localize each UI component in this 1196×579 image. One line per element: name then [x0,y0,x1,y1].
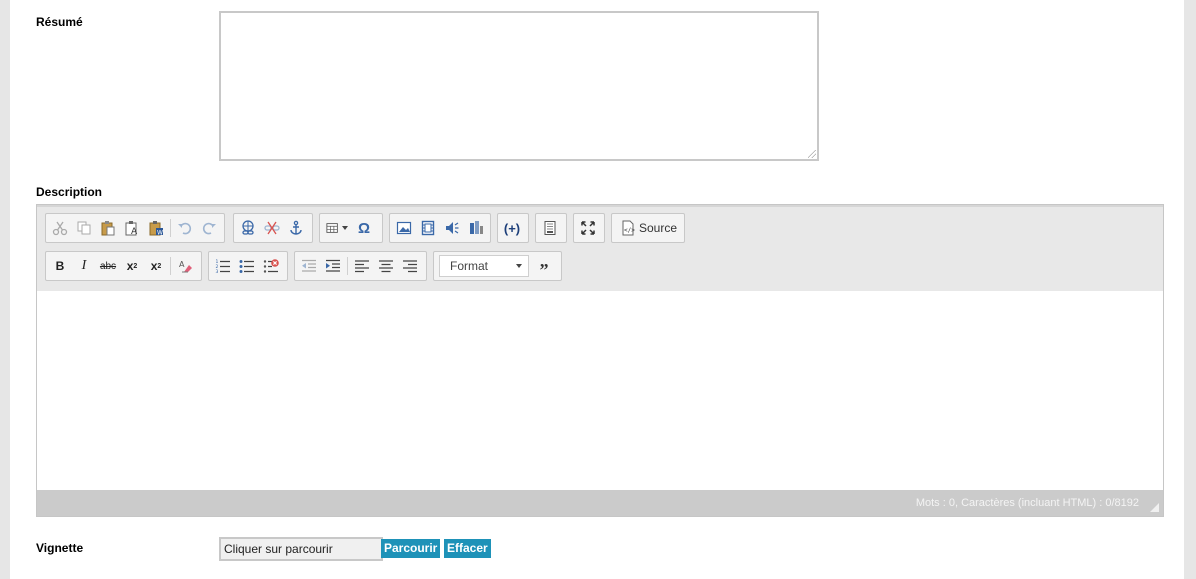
maximize-group [573,213,605,243]
browse-button[interactable]: Parcourir [381,539,441,558]
special-char-icon[interactable]: Ω [352,216,376,240]
anchor-icon[interactable] [284,216,308,240]
image-icon[interactable] [392,216,416,240]
source-button[interactable]: </> Source [614,220,683,236]
blockquote-icon[interactable]: ” [532,254,556,279]
source-icon: </> [622,220,635,236]
toolbar-separator [347,257,348,275]
svg-text:</>: </> [624,227,635,234]
template-group [535,213,567,243]
video-icon[interactable] [416,216,440,240]
form-panel: Résumé Description A W Ω (+) </> Source … [10,0,1184,579]
format-dropdown-label: Format [450,259,489,273]
editor-content-area[interactable] [37,291,1163,489]
rich-text-editor: A W Ω (+) </> Source B I abc x 2 x 2 A 1… [36,204,1164,517]
editor-statusbar: Mots : 0, Caractères (incluant HTML) : 0… [37,490,1163,516]
format-dropdown[interactable]: Format [439,255,529,277]
toolbar-separator [170,257,171,275]
source-label: Source [639,221,678,235]
undo-icon[interactable] [173,216,197,240]
insert-group: Ω [319,213,383,243]
vignette-label: Vignette [36,541,84,555]
svg-text:W: W [157,230,163,237]
template-icon[interactable] [538,216,562,240]
audio-icon[interactable] [440,216,464,240]
cut-icon[interactable] [48,216,72,240]
superscript-icon[interactable]: x2 [144,254,168,278]
table-icon[interactable] [322,216,352,240]
paste-icon[interactable] [96,216,120,240]
editor-resize-handle[interactable] [1150,503,1159,512]
chevron-down-icon [516,264,522,268]
clipboard-group: A W [45,213,225,243]
svg-text:A: A [179,260,185,269]
toolbar-separator [170,219,171,237]
editor-toolbar: A W Ω (+) </> Source B I abc x 2 x 2 A 1… [37,205,1163,292]
bulleted-list-icon[interactable] [235,254,259,278]
numbered-list-icon[interactable]: 123 [211,254,235,278]
insert-placeholder-icon[interactable]: (+) [500,216,524,240]
basic-styles-group: B I abc x2 x2 A [45,251,202,281]
remove-format-icon[interactable]: A [173,254,197,278]
clear-button[interactable]: Effacer [444,539,491,558]
redo-icon[interactable] [197,216,221,240]
maximize-icon[interactable] [576,216,600,240]
resize-handle[interactable] [808,150,816,158]
strikethrough-icon[interactable]: abc [96,254,120,278]
align-right-icon[interactable] [398,254,422,278]
align-left-icon[interactable] [350,254,374,278]
svg-text:3: 3 [216,269,219,274]
list-group: 123 [208,251,288,281]
indent-align-group [294,251,427,281]
indent-icon[interactable] [321,254,345,278]
copy-icon[interactable] [72,216,96,240]
paste-text-icon[interactable]: A [120,216,144,240]
svg-text:A: A [131,227,138,236]
resume-textarea[interactable] [219,11,819,161]
remove-list-icon[interactable] [259,254,283,278]
link-icon[interactable] [236,216,260,240]
resume-label: Résumé [36,15,83,29]
word-count: Mots : 0, Caractères (incluant HTML) : 0… [915,497,1139,509]
bold-icon[interactable]: B [48,254,72,278]
align-center-icon[interactable] [374,254,398,278]
unlink-icon[interactable] [260,216,284,240]
media-group [389,213,491,243]
placeholder-group: (+) [497,213,529,243]
subscript-icon[interactable]: x2 [120,254,144,278]
embed-icon[interactable] [464,216,488,240]
source-group: </> Source [611,213,685,243]
outdent-icon[interactable] [297,254,321,278]
format-group: Format ” [433,251,562,281]
link-group [233,213,313,243]
description-label: Description [36,185,103,199]
italic-icon[interactable]: I [72,254,96,278]
paste-word-icon[interactable]: W [144,216,168,240]
vignette-file-field[interactable]: Cliquer sur parcourir [219,537,383,561]
